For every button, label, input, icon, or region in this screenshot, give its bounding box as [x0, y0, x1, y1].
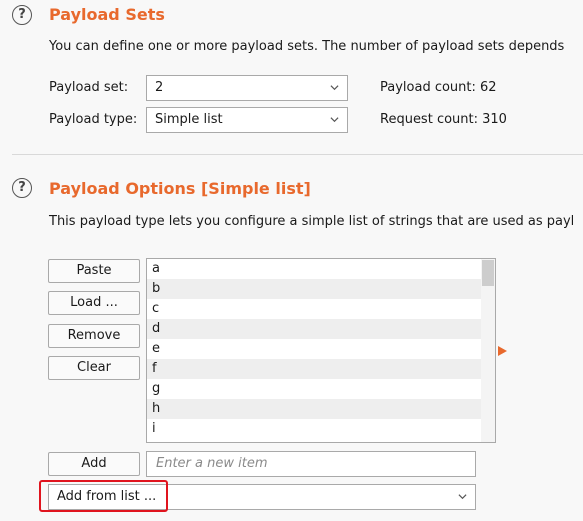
chevron-down-icon	[458, 494, 467, 500]
section-divider	[12, 154, 583, 155]
payload-sets-title: Payload Sets	[49, 5, 165, 24]
request-count: Request count: 310	[380, 112, 507, 127]
clear-button[interactable]: Clear	[48, 356, 140, 380]
list-item[interactable]: g	[147, 379, 484, 399]
add-button[interactable]: Add	[48, 452, 140, 476]
payload-set-value: 2	[155, 80, 164, 95]
payload-list[interactable]: a b c d e f g h i	[146, 258, 496, 443]
paste-button[interactable]: Paste	[48, 259, 140, 283]
payload-type-value: Simple list	[155, 112, 223, 127]
list-item[interactable]: i	[147, 419, 484, 439]
help-icon[interactable]: ?	[12, 178, 32, 198]
payload-set-select[interactable]: 2	[146, 75, 348, 101]
payload-options-description: This payload type lets you configure a s…	[49, 214, 575, 229]
list-item[interactable]: a	[147, 259, 484, 279]
payload-count: Payload count: 62	[380, 80, 497, 95]
list-item[interactable]: h	[147, 399, 484, 419]
remove-button[interactable]: Remove	[48, 324, 140, 348]
scrollbar-thumb[interactable]	[482, 260, 494, 286]
payload-set-label: Payload set:	[49, 80, 129, 95]
list-item[interactable]: c	[147, 299, 484, 319]
highlight-annotation	[39, 480, 168, 512]
payload-sets-description: You can define one or more payload sets.…	[49, 39, 565, 54]
new-item-input[interactable]: Enter a new item	[146, 451, 476, 477]
list-scrollbar[interactable]	[481, 259, 495, 442]
list-item[interactable]: f	[147, 359, 484, 379]
list-item[interactable]: d	[147, 319, 484, 339]
help-icon[interactable]: ?	[12, 5, 32, 25]
new-item-placeholder: Enter a new item	[156, 456, 268, 471]
chevron-down-icon	[330, 117, 339, 123]
payload-type-select[interactable]: Simple list	[146, 107, 348, 133]
chevron-down-icon	[330, 85, 339, 91]
list-item[interactable]: e	[147, 339, 484, 359]
load-button[interactable]: Load ...	[48, 291, 140, 315]
list-item[interactable]: b	[147, 279, 484, 299]
payload-type-label: Payload type:	[49, 112, 138, 127]
expand-arrow-icon[interactable]	[498, 346, 507, 356]
payload-options-title: Payload Options [Simple list]	[49, 179, 311, 198]
